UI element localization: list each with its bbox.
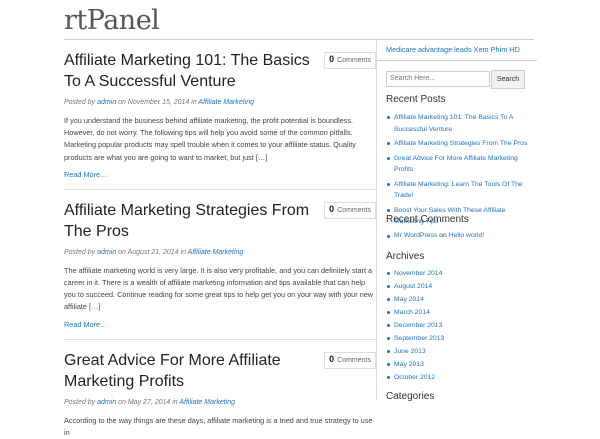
post-meta: Posted by admin on November 15, 2014 in … [64,99,376,106]
comment-on-text: on [439,232,447,239]
archive-link[interactable]: September 2013 [394,335,444,342]
post-title[interactable]: Great Advice For More Affiliate Marketin… [64,340,314,392]
comment-author-link[interactable]: Mr WordPress [394,232,437,239]
archives-heading: Archives [386,251,425,262]
comments-count-button[interactable]: 0 Comments [324,52,376,69]
read-more-link[interactable]: Read More… [64,320,376,329]
search-input[interactable] [386,71,490,87]
comments-label: Comments [337,206,371,214]
post-date: on August 21, 2014 in [118,248,186,256]
archive-link[interactable]: November 2014 [394,270,442,277]
meta-prefix: Posted by [64,248,96,256]
meta-prefix: Posted by [64,99,96,106]
recent-post-link[interactable]: Affiliate Marketing: Learn The Tools Of … [394,181,523,200]
recent-post-item: Affiliate Marketing 101: The Basics To A… [386,112,536,135]
archive-link[interactable]: June 2013 [394,348,426,355]
post-excerpt: The affiliate marketing world is very la… [64,265,374,312]
post-excerpt: According to the way things are these da… [64,415,373,437]
recent-posts-heading: Recent Posts [386,94,446,105]
post-article: Great Advice For More Affiliate Marketin… [64,340,376,439]
read-more-link[interactable]: Read More… [64,170,376,179]
comments-count-button[interactable]: 0 Comments [324,201,376,219]
archives-list: November 2014 August 2014 May 2014 March… [386,268,536,385]
comments-label: Comments [337,57,371,64]
category-link[interactable]: Affiliate Marketing [188,249,244,256]
sidebar-divider [377,60,537,61]
sidebar: Medicare advantage leads Xem Phim HD Sea… [376,40,537,402]
recent-post-link[interactable]: Great Advice For More Affiliate Marketin… [394,155,518,174]
archive-item: March 2014 [386,307,536,319]
site-logo[interactable]: rtPanel [64,2,160,38]
archive-item: May 2013 [386,359,536,371]
post-title[interactable]: Affiliate Marketing 101: The Basics To A… [64,40,314,92]
archive-link[interactable]: October 2012 [394,374,435,381]
recent-comments-heading: Recent Comments [386,214,469,225]
recent-post-item: Affiliate Marketing Strategies From The … [386,138,536,150]
search-button[interactable]: Search [491,70,525,89]
category-link[interactable]: Affiliate Marketing [198,99,254,106]
recent-post-link[interactable]: Affiliate Marketing 101: The Basics To A… [394,114,513,133]
comments-count: 0 [329,54,335,64]
post-title[interactable]: Affiliate Marketing Strategies From The … [64,190,314,242]
comments-count: 0 [329,353,335,364]
recent-posts-list: Affiliate Marketing 101: The Basics To A… [386,112,536,231]
recent-comment-item: Mr WordPress on Hello world! [386,232,484,239]
post-date: on November 15, 2014 in [118,99,197,106]
post-article: Affiliate Marketing Strategies From The … [64,190,376,340]
categories-heading: Categories [386,391,435,402]
post-meta: Posted by admin on August 21, 2014 in Af… [64,249,376,256]
author-link[interactable]: admin [97,249,116,256]
archive-item: August 2014 [386,281,536,293]
post-article: Affiliate Marketing 101: The Basics To A… [64,40,376,190]
ad-link[interactable]: Medicare advantage leads Xem Phim HD [386,45,520,54]
archive-item: September 2013 [386,333,536,345]
recent-post-item: Affiliate Marketing: Learn The Tools Of … [386,179,536,202]
comments-count: 0 [329,203,335,214]
post-excerpt: If you understand the business behind af… [64,116,356,162]
comments-count-button[interactable]: 0 Comments [324,351,376,369]
archive-link[interactable]: December 2013 [394,322,442,329]
archive-item: October 2012 [386,372,536,384]
post-list: Affiliate Marketing 101: The Basics To A… [64,40,376,439]
archive-link[interactable]: August 2014 [394,283,432,290]
archive-item: June 2013 [386,346,536,358]
archive-item: December 2013 [386,320,536,332]
archive-item: May 2014 [386,294,536,306]
comments-label: Comments [337,356,371,364]
comment-post-link[interactable]: Hello world! [449,232,485,239]
archive-item: November 2014 [386,268,536,280]
archive-link[interactable]: May 2014 [394,296,424,303]
archive-link[interactable]: May 2013 [394,361,424,368]
recent-post-link[interactable]: Affiliate Marketing Strategies From The … [394,140,527,147]
archive-link[interactable]: March 2014 [394,309,430,316]
author-link[interactable]: admin [97,99,116,106]
recent-post-item: Great Advice For More Affiliate Marketin… [386,153,536,176]
